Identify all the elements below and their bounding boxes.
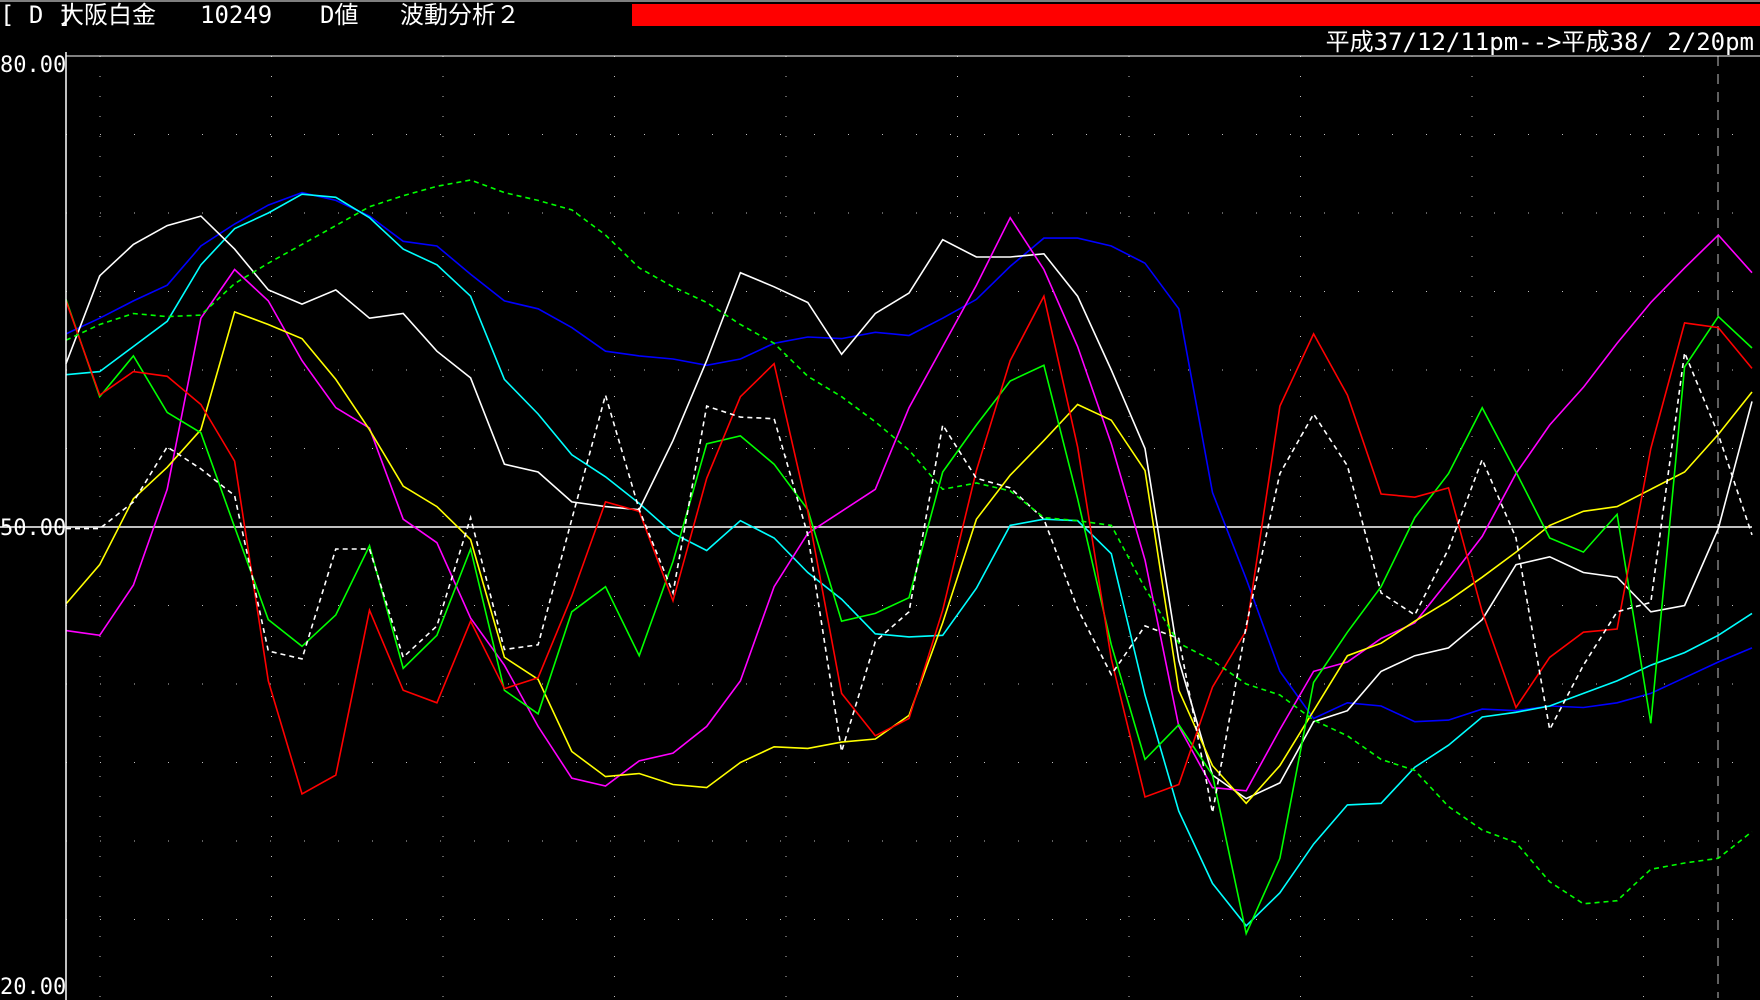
analysis-name: 波動分析２ — [400, 1, 520, 29]
timeframe-indicator[interactable]: [ D ] — [0, 0, 72, 30]
title-bar: [ D ] 大阪白金 10249 D値 波動分析２ — [0, 0, 620, 30]
series-line-1 — [65, 191, 1753, 723]
series-line-6 — [65, 299, 1753, 937]
series-line-3 — [65, 215, 1753, 800]
series-line-5 — [65, 310, 1753, 805]
value-mode: D値 — [320, 1, 359, 29]
axis-frame — [65, 52, 1760, 1000]
series-line-9 — [65, 179, 1753, 905]
chart-window: 80.00 50.00 20.00 [ D ] 大阪白金 10249 D値 波動分析… — [0, 0, 1760, 1000]
chart-canvas[interactable]: 80.00 50.00 20.00 — [0, 0, 1760, 1000]
y-tick-label: 80.00 — [0, 53, 66, 78]
date-range: 平成37/12/11pm-->平成38/ 2/20pm — [1325, 28, 1754, 56]
y-tick-label: 20.00 — [0, 975, 66, 1000]
series-line-4 — [65, 216, 1753, 792]
series-lines — [65, 179, 1753, 937]
series-line-8 — [66, 349, 1753, 813]
instrument-code: 10249 — [200, 1, 273, 29]
series-line-7 — [65, 293, 1753, 799]
y-tick-labels: 80.00 50.00 20.00 — [0, 53, 66, 1000]
y-tick-label: 50.00 — [0, 516, 66, 541]
series-line-2 — [65, 193, 1753, 927]
status-bar — [632, 4, 1760, 26]
instrument-name: 大阪白金 — [60, 1, 156, 29]
